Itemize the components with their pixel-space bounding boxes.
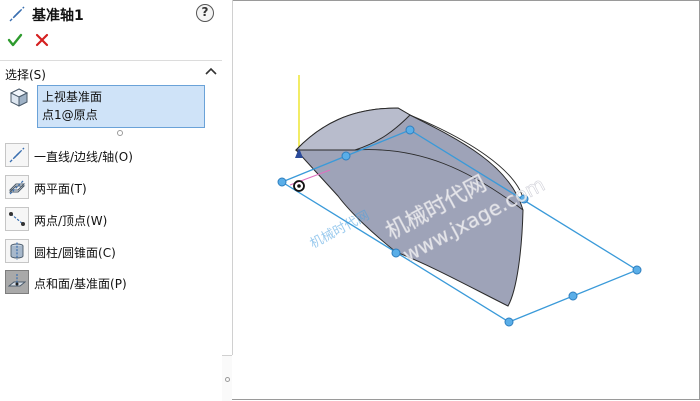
- cylinder-icon: [10, 242, 24, 260]
- watermark-logo: 机械时代网: [308, 208, 372, 252]
- two-points-icon: [9, 212, 25, 226]
- point-plane-icon: [8, 274, 26, 287]
- option-button[interactable]: [5, 207, 29, 231]
- option-label: 圆柱/圆锥面(C): [34, 246, 116, 260]
- panel-header: 基准轴1 ?: [0, 0, 222, 28]
- selection-item[interactable]: 点1@原点: [42, 106, 200, 124]
- option-button[interactable]: [5, 270, 29, 294]
- plane-handle[interactable]: [405, 125, 415, 135]
- line-icon: [9, 147, 25, 163]
- cancel-x-icon[interactable]: [35, 33, 49, 47]
- two-planes-icon: [8, 179, 26, 195]
- option-label: 两点/顶点(W): [34, 214, 108, 228]
- selections-section-title[interactable]: 选择(S): [5, 66, 46, 83]
- option-two-points[interactable]: 两点/顶点(W): [5, 207, 215, 233]
- selection-item[interactable]: 上视基准面: [42, 88, 200, 106]
- option-button[interactable]: [5, 143, 29, 167]
- panel-splitter[interactable]: [222, 0, 232, 400]
- plane-handle[interactable]: [277, 177, 287, 187]
- option-cylinder-cone[interactable]: 圆柱/圆锥面(C): [5, 239, 215, 265]
- property-manager: 基准轴1 ? 选择(S) 上视基准面 点1@原点 一直线/边线/轴(O) 两平面…: [0, 0, 223, 400]
- selection-cube-icon: [9, 88, 29, 107]
- reference-axis-icon: [9, 6, 25, 22]
- option-line-edge-axis[interactable]: 一直线/边线/轴(O): [5, 143, 215, 169]
- option-label: 点和面/基准面(P): [34, 277, 127, 291]
- plane-handle[interactable]: [568, 291, 578, 301]
- option-button[interactable]: [5, 175, 29, 199]
- splitter-grip-handle[interactable]: [225, 377, 230, 382]
- option-point-plane[interactable]: 点和面/基准面(P): [5, 270, 215, 296]
- chevron-up-icon[interactable]: [205, 66, 217, 76]
- ok-check-icon[interactable]: [7, 32, 23, 48]
- selection-list-box[interactable]: 上视基准面 点1@原点: [37, 85, 205, 128]
- help-icon[interactable]: ?: [196, 4, 214, 22]
- option-label: 一直线/边线/轴(O): [34, 150, 133, 164]
- plane-handle[interactable]: [341, 151, 351, 161]
- graphics-viewport[interactable]: 机械时代网 机械时代网 www.jxage.com: [233, 0, 699, 399]
- origin-dot: [297, 184, 301, 188]
- option-two-planes[interactable]: 两平面(T): [5, 175, 215, 201]
- plane-handle[interactable]: [504, 317, 514, 327]
- option-button[interactable]: [5, 239, 29, 263]
- panel-title: 基准轴1: [32, 8, 84, 24]
- list-resize-handle[interactable]: [117, 130, 123, 136]
- plane-handle[interactable]: [632, 265, 642, 275]
- option-label: 两平面(T): [34, 182, 87, 196]
- plane-handle[interactable]: [391, 248, 401, 258]
- separator: [0, 60, 222, 61]
